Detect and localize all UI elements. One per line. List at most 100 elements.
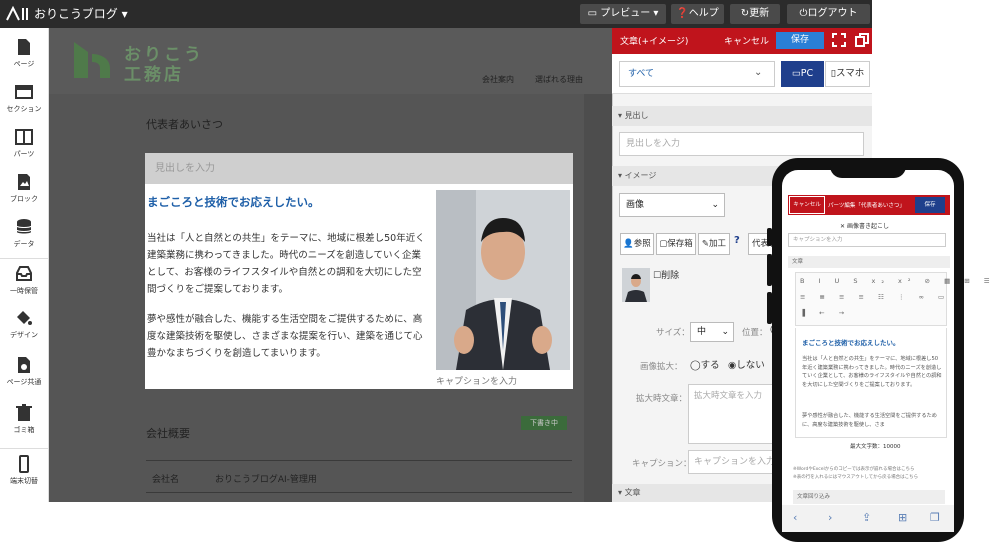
image-thumbnail (622, 268, 650, 302)
forward-icon[interactable]: › (828, 511, 832, 524)
section-header-heading[interactable]: ▾ 見出し (612, 106, 872, 126)
table-row-value: おりこうブログAI-管理用 (215, 475, 317, 485)
logout-button[interactable]: ⏻ログアウト (787, 4, 870, 24)
monitor-icon: ▭ (791, 68, 801, 79)
image-caption[interactable]: キャプションを入力 (436, 374, 517, 387)
pencil-icon: ✎ (701, 239, 710, 249)
sidebar: ページ セクション パーツ ブロック データ 一時保管 デザイン ページ共通 ゴ… (0, 28, 49, 502)
sidebar-item-data[interactable]: データ (0, 212, 48, 256)
page-icon (18, 39, 30, 55)
browse-image-button[interactable]: 👤参照 (620, 233, 654, 255)
tabs-icon[interactable]: ❐ (930, 511, 940, 524)
position-label: 位置： (742, 328, 768, 338)
block-icon (18, 174, 30, 190)
bookmarks-icon[interactable]: ⊞ (898, 511, 907, 524)
phone-image-link[interactable]: ✕ 画像書き起こし (840, 221, 889, 230)
size-label: サイズ： (656, 328, 690, 338)
image-type-select[interactable]: 画像 ⌄ (619, 193, 725, 217)
help-icon[interactable]: ? (734, 235, 740, 246)
sidebar-item-block[interactable]: ブロック (0, 167, 48, 211)
phone-section-header: 文章 (788, 256, 950, 268)
size-select[interactable]: 中 ⌄ (690, 322, 734, 342)
monitor-icon: ▭ (587, 8, 598, 19)
zoom-text-label: 拡大時文章： (636, 394, 688, 404)
editor-history-icons[interactable]: ▐ ← → (800, 309, 850, 317)
phone-editor-toolbar[interactable]: B I U S x₂ x² ⊘ ▦ ⊞ ☰ ≡ ≣ ≡ ≡ ☷ ⋮ ∞ ▭ ▐ … (795, 272, 990, 326)
back-icon[interactable]: ‹ (793, 511, 797, 524)
share-icon[interactable]: ⇪ (862, 511, 871, 524)
delete-checkbox[interactable]: ☐削除 (653, 268, 679, 281)
table-row-label: 会社名 (152, 475, 180, 485)
expand-icon[interactable] (832, 33, 846, 47)
phone-save-button[interactable]: 保存 (915, 197, 945, 213)
smartphone-toggle-button[interactable]: ▯スマホ (825, 61, 870, 87)
saved-box-button[interactable]: ▢保存箱 (656, 233, 696, 255)
heading-input[interactable]: 見出しを入力 (619, 132, 864, 156)
paint-bucket-icon (17, 311, 32, 325)
phone-note: ※WordやExcelからのコピーでは表示が崩れる場合はこちら (793, 467, 915, 472)
site-logo-text-2: 工務店 (124, 65, 184, 85)
cancel-button[interactable]: キャンセル (724, 34, 769, 47)
phone-caption-input[interactable]: キャプションを入力 (788, 233, 946, 247)
parts-icon (15, 129, 33, 145)
checkbox-icon: ☐ (653, 271, 662, 281)
editor-format-icons[interactable]: B I U S x₂ x² ⊘ ▦ ⊞ ☰ (800, 277, 996, 285)
sidebar-item-temp-storage[interactable]: 一時保管 (0, 258, 48, 303)
sidebar-item-page-common[interactable]: ページ共通 (0, 350, 48, 394)
section-icon (15, 85, 33, 99)
sidebar-item-parts[interactable]: パーツ (0, 122, 48, 166)
table-divider (146, 492, 572, 493)
phone-body-paragraph: 夢や感性が融合した、機能する生活空間をご提供するために、高度な建築技術を駆使し、… (802, 413, 937, 428)
phone-body-paragraph: 当社は「人と自然との共生」をテーマに、地域に根差し50年近く建築業務に携わってき… (802, 356, 942, 388)
portrait-photo[interactable] (436, 190, 570, 370)
help-button[interactable]: ❓ヘルプ (671, 4, 724, 24)
phone-panel-title: パーツ編集「代表者あいさつ」 (828, 203, 905, 209)
zoom-yes-radio[interactable]: ◯する (690, 357, 720, 371)
caption-label: キャプション： (632, 459, 692, 469)
user-icon: 👤 (623, 239, 634, 249)
block-paragraph[interactable]: 夢や感性が融合した、機能する生活空間をご提供するために、高度な建築技術を駆使し、… (147, 311, 427, 362)
draft-badge: 下書き中 (521, 416, 567, 430)
update-button[interactable]: ↻更新 (730, 4, 780, 24)
pc-toggle-button[interactable]: ▭PC (781, 61, 824, 87)
sidebar-item-device-switch[interactable]: 端末切替 (0, 448, 48, 493)
site-nav-company[interactable]: 会社案内 (482, 74, 514, 85)
phone-notch (830, 158, 906, 178)
site-right-column (584, 94, 612, 502)
chevron-down-icon: ⌄ (754, 67, 763, 78)
app-title[interactable]: おりこうブログ ▾ (34, 6, 128, 22)
trash-icon (16, 404, 32, 421)
site-nav-reason[interactable]: 選ばれる理由 (535, 74, 583, 85)
block-paragraph[interactable]: 当社は「人と自然との共生」をテーマに、地域に根差し50年近く建築業務に携わってき… (147, 230, 427, 298)
help-icon: ❓ (676, 8, 689, 19)
app-logo-icon (5, 5, 31, 22)
sidebar-item-design[interactable]: デザイン (0, 303, 48, 347)
phone-wrap-field[interactable]: 文章回り込み (793, 490, 945, 504)
sidebar-item-page[interactable]: ページ (0, 32, 48, 76)
sidebar-item-trash[interactable]: ゴミ箱 (0, 398, 48, 442)
preview-button[interactable]: ▭ プレビュー ▾ (580, 4, 666, 24)
data-icon (16, 219, 32, 234)
block-heading-input[interactable]: 見出しを入力 (145, 153, 573, 184)
close-icon: ✕ (840, 223, 847, 230)
device-select[interactable]: すべて (619, 61, 775, 87)
edit-image-button[interactable]: ✎加工 (698, 233, 730, 255)
duplicate-icon[interactable] (855, 33, 869, 47)
table-divider (146, 460, 572, 461)
chevron-down-icon: ⌄ (721, 327, 729, 337)
phone-char-count: 最大文字数：10000 (850, 444, 901, 450)
save-button[interactable]: 保存 (776, 32, 824, 49)
chevron-down-icon: ⌄ (711, 200, 719, 210)
refresh-icon: ↻ (740, 8, 750, 19)
phone-cancel-button[interactable]: キャンセル (789, 196, 825, 214)
section-heading-greeting: 代表者あいさつ (146, 118, 223, 131)
block-title[interactable]: まごころと技術でお応えしたい。 (147, 194, 320, 210)
smartphone-icon (19, 455, 29, 473)
phone-note: ※表の行を入れるにはマウスアウトしてから戻る場合はこちら (793, 475, 919, 480)
site-logo-icon (72, 38, 114, 80)
editor-align-icons[interactable]: ≡ ≣ ≡ ≡ ☷ ⋮ ∞ ▭ (800, 293, 950, 301)
zoom-label: 画像拡大： (640, 362, 683, 372)
sidebar-item-section[interactable]: セクション (0, 77, 48, 121)
zoom-no-radio[interactable]: ◉しない (728, 357, 765, 371)
page-common-icon (18, 357, 30, 373)
